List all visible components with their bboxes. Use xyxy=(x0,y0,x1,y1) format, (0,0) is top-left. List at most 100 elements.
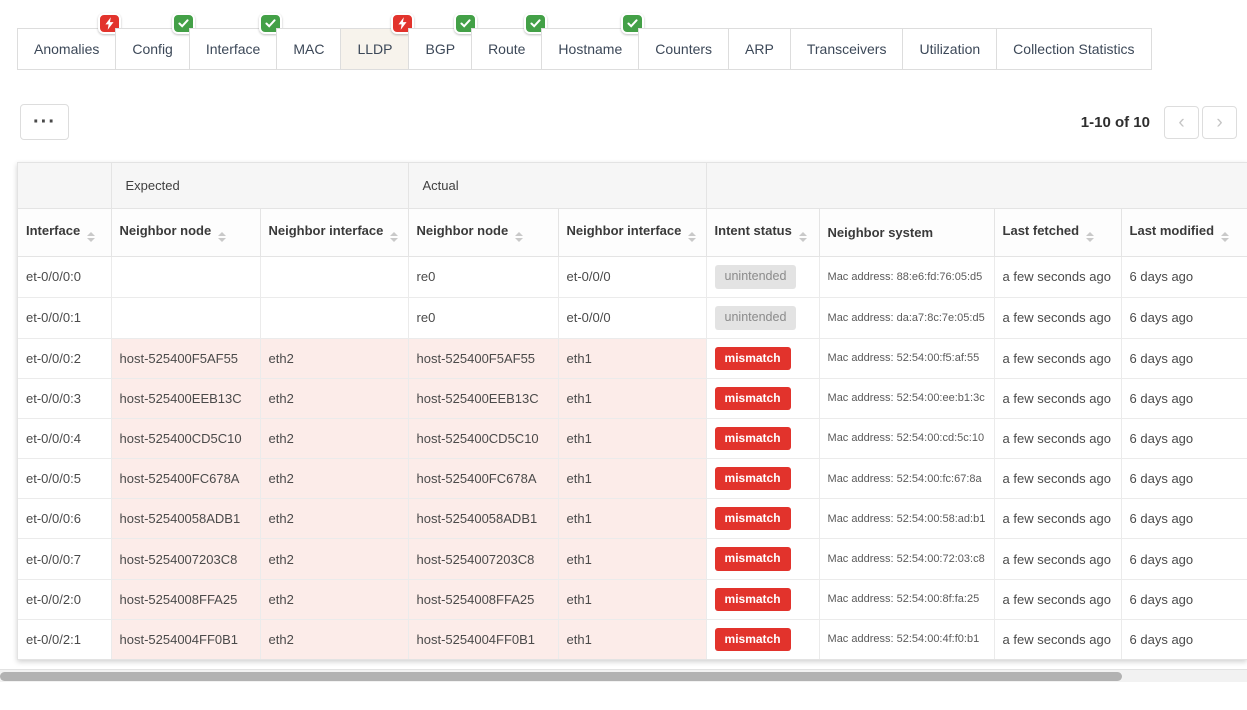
neighbor-system-cell: Mac address: 88:e6:fd:76:05:d5 xyxy=(819,257,994,298)
neighbor-system-cell: Mac address: da:a7:8c:7e:05:d5 xyxy=(819,297,994,338)
table-row: et-0/0/0:6host-52540058ADB1eth2host-5254… xyxy=(18,499,1247,539)
tab-mac[interactable]: MAC xyxy=(276,28,341,70)
pagination-prev-button[interactable]: ‹ xyxy=(1164,106,1199,139)
table-row: et-0/0/0:2host-525400F5AF55eth2host-5254… xyxy=(18,338,1247,378)
expected-neighbor-node-cell xyxy=(111,257,260,298)
pagination-next-button[interactable]: › xyxy=(1202,106,1237,139)
tab-bar: Anomalies Config Interface MAC LLDP BGP xyxy=(17,28,1247,70)
column-header-intent-status[interactable]: Intent status xyxy=(706,209,819,257)
tab-collection-statistics[interactable]: Collection Statistics xyxy=(996,28,1151,70)
tab-label: Anomalies xyxy=(34,41,99,57)
column-header-expected-neighbor-interface[interactable]: Neighbor interface xyxy=(260,209,408,257)
table-row: et-0/0/0:0re0et-0/0/0unintendedMac addre… xyxy=(18,257,1247,298)
interface-cell: et-0/0/0:5 xyxy=(18,459,111,499)
expected-neighbor-interface-cell xyxy=(260,257,408,298)
intent-status-cell: unintended xyxy=(706,297,819,338)
interface-cell: et-0/0/0:6 xyxy=(18,499,111,539)
expected-neighbor-interface-cell: eth2 xyxy=(260,579,408,619)
last-fetched-cell: a few seconds ago xyxy=(994,459,1121,499)
actual-neighbor-node-cell: re0 xyxy=(408,257,558,298)
column-header-interface[interactable]: Interface xyxy=(18,209,111,257)
tab-counters[interactable]: Counters xyxy=(638,28,729,70)
last-modified-cell: 6 days ago xyxy=(1121,459,1247,499)
table-row: et-0/0/2:1host-5254004FF0B1eth2host-5254… xyxy=(18,619,1247,659)
intent-status-cell: unintended xyxy=(706,257,819,298)
last-fetched-cell: a few seconds ago xyxy=(994,378,1121,418)
tab-transceivers[interactable]: Transceivers xyxy=(790,28,904,70)
intent-status-badge: mismatch xyxy=(715,387,791,410)
neighbor-system-cell: Mac address: 52:54:00:58:ad:b1 xyxy=(819,499,994,539)
group-header-expected: Expected xyxy=(111,163,408,209)
column-header-actual-neighbor-interface[interactable]: Neighbor interface xyxy=(558,209,706,257)
sort-icon[interactable] xyxy=(1221,232,1229,242)
expected-neighbor-node-cell: host-5254004FF0B1 xyxy=(111,619,260,659)
sort-icon[interactable] xyxy=(799,232,807,242)
sort-icon[interactable] xyxy=(688,232,696,242)
interface-cell: et-0/0/0:3 xyxy=(18,378,111,418)
actual-neighbor-node-cell: host-525400F5AF55 xyxy=(408,338,558,378)
lldp-table: Expected Actual InterfaceNeighbor nodeNe… xyxy=(18,163,1247,659)
last-modified-cell: 6 days ago xyxy=(1121,579,1247,619)
column-header-label: Interface xyxy=(26,223,80,238)
neighbor-system-cell: Mac address: 52:54:00:f5:af:55 xyxy=(819,338,994,378)
column-header-label: Intent status xyxy=(715,223,792,238)
tab-utilization[interactable]: Utilization xyxy=(902,28,997,70)
actual-neighbor-interface-cell: et-0/0/0 xyxy=(558,297,706,338)
tab-hostname[interactable]: Hostname xyxy=(541,28,639,70)
last-fetched-cell: a few seconds ago xyxy=(994,539,1121,579)
table-row: et-0/0/0:7host-5254007203C8eth2host-5254… xyxy=(18,539,1247,579)
tab-label: Utilization xyxy=(919,41,980,57)
neighbor-system-cell: Mac address: 52:54:00:ee:b1:3c xyxy=(819,378,994,418)
chevron-left-icon: ‹ xyxy=(1178,113,1184,132)
column-header-label: Neighbor node xyxy=(417,223,509,238)
intent-status-badge: mismatch xyxy=(715,588,791,611)
intent-status-cell: mismatch xyxy=(706,378,819,418)
expected-neighbor-node-cell: host-5254008FFA25 xyxy=(111,579,260,619)
tab-config[interactable]: Config xyxy=(115,28,189,70)
tab-label: Collection Statistics xyxy=(1013,41,1134,57)
more-options-button[interactable]: ··· xyxy=(20,104,69,140)
sort-icon[interactable] xyxy=(1086,232,1094,242)
expected-neighbor-node-cell: host-525400F5AF55 xyxy=(111,338,260,378)
neighbor-system-cell: Mac address: 52:54:00:4f:f0:b1 xyxy=(819,619,994,659)
expected-neighbor-interface-cell: eth2 xyxy=(260,459,408,499)
interface-cell: et-0/0/0:4 xyxy=(18,418,111,458)
sort-icon[interactable] xyxy=(87,232,95,242)
tab-interface[interactable]: Interface xyxy=(189,28,277,70)
tab-lldp[interactable]: LLDP xyxy=(340,28,409,70)
check-icon xyxy=(530,19,541,28)
last-modified-cell: 6 days ago xyxy=(1121,297,1247,338)
column-header-neighbor-system: Neighbor system xyxy=(819,209,994,257)
horizontal-scrollbar[interactable] xyxy=(0,669,1247,682)
tab-arp[interactable]: ARP xyxy=(728,28,791,70)
check-icon xyxy=(460,19,471,28)
table-row: et-0/0/0:4host-525400CD5C10eth2host-5254… xyxy=(18,418,1247,458)
expected-neighbor-interface-cell: eth2 xyxy=(260,499,408,539)
column-header-last-modified[interactable]: Last modified xyxy=(1121,209,1247,257)
sort-icon[interactable] xyxy=(218,232,226,242)
actual-neighbor-interface-cell: eth1 xyxy=(558,579,706,619)
last-fetched-cell: a few seconds ago xyxy=(994,257,1121,298)
pagination-buttons: ‹ › xyxy=(1164,106,1237,139)
actual-neighbor-interface-cell: et-0/0/0 xyxy=(558,257,706,298)
intent-status-badge: unintended xyxy=(715,265,797,289)
expected-neighbor-interface-cell: eth2 xyxy=(260,418,408,458)
column-header-last-fetched[interactable]: Last fetched xyxy=(994,209,1121,257)
sort-icon[interactable] xyxy=(515,232,523,242)
column-header-expected-neighbor-node[interactable]: Neighbor node xyxy=(111,209,260,257)
interface-cell: et-0/0/2:0 xyxy=(18,579,111,619)
horizontal-scrollbar-thumb[interactable] xyxy=(0,672,1122,681)
actual-neighbor-node-cell: host-5254008FFA25 xyxy=(408,579,558,619)
tab-bgp[interactable]: BGP xyxy=(408,28,472,70)
intent-status-badge: mismatch xyxy=(715,347,791,370)
last-modified-cell: 6 days ago xyxy=(1121,338,1247,378)
column-header-actual-neighbor-node[interactable]: Neighbor node xyxy=(408,209,558,257)
intent-status-cell: mismatch xyxy=(706,539,819,579)
interface-cell: et-0/0/0:2 xyxy=(18,338,111,378)
actual-neighbor-node-cell: host-525400EEB13C xyxy=(408,378,558,418)
sort-icon[interactable] xyxy=(390,232,398,242)
neighbor-system-cell: Mac address: 52:54:00:72:03:c8 xyxy=(819,539,994,579)
intent-status-cell: mismatch xyxy=(706,459,819,499)
tab-route[interactable]: Route xyxy=(471,28,542,70)
tab-anomalies[interactable]: Anomalies xyxy=(17,28,116,70)
